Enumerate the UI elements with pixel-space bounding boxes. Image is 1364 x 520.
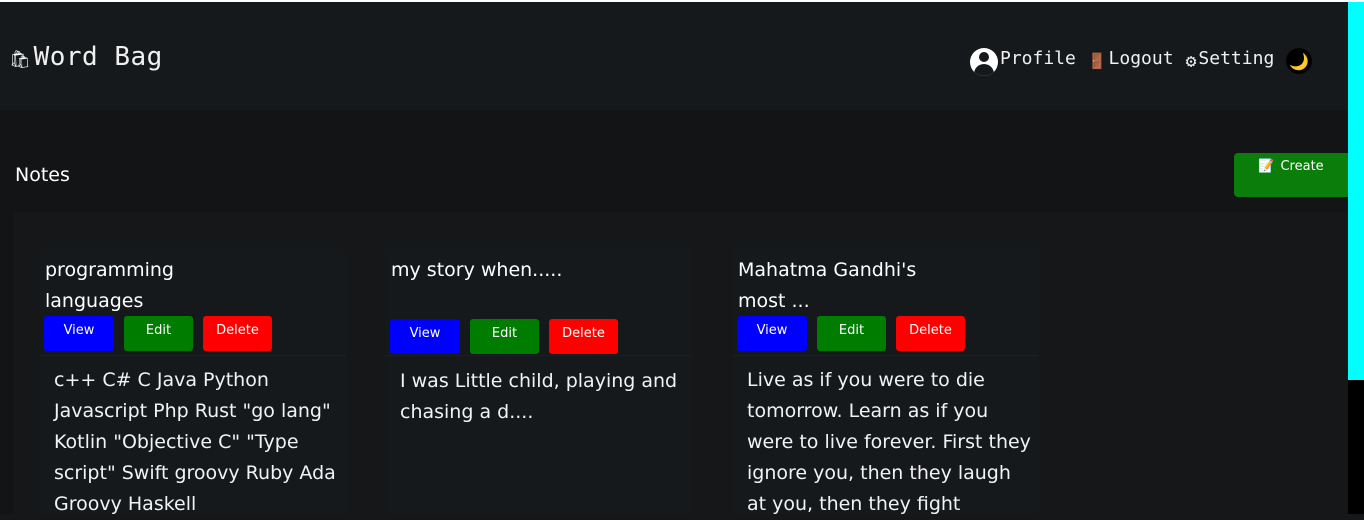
user-avatar-icon xyxy=(970,48,998,76)
edit-button[interactable]: Edit xyxy=(124,316,193,351)
view-button[interactable]: View xyxy=(44,316,114,351)
create-note-label: Create xyxy=(1280,159,1324,174)
view-button[interactable]: View xyxy=(390,319,460,354)
note-card: programming languages View Edit Delete c… xyxy=(40,249,346,515)
memo-icon: 📝 xyxy=(1258,159,1275,174)
notes-heading: Notes xyxy=(15,164,70,186)
scrollbar-thumb[interactable] xyxy=(1348,2,1364,380)
note-title-line: programming xyxy=(45,259,174,281)
note-card: Mahatma Gandhi's most ... View Edit Dele… xyxy=(733,249,1039,515)
note-title-line: languages xyxy=(45,290,144,312)
note-title: Mahatma Gandhi's most ... xyxy=(738,255,928,317)
note-body: I was Little child, playing and chasing … xyxy=(400,370,678,423)
delete-button[interactable]: Delete xyxy=(549,319,618,354)
door-icon: 🚪 xyxy=(1087,52,1107,70)
note-body: c++ C# C Java Python Javascript Php Rust… xyxy=(54,369,336,515)
crescent-moon-icon: 🌙 xyxy=(1289,51,1310,71)
note-card: my story when..... View Edit Delete I wa… xyxy=(386,249,692,514)
note-title-line: most ... xyxy=(738,290,810,312)
view-button[interactable]: View xyxy=(737,316,807,351)
note-title: my story when..... xyxy=(391,255,581,286)
nav-logout-link[interactable]: 🚪 Logout xyxy=(1087,47,1174,71)
delete-button[interactable]: Delete xyxy=(203,316,272,351)
edit-button[interactable]: Edit xyxy=(470,319,539,354)
note-body: Live as if you were to die tomorrow. Lea… xyxy=(747,369,1031,515)
edit-button[interactable]: Edit xyxy=(817,316,886,351)
gear-icon: ⚙ xyxy=(1185,50,1197,72)
brand[interactable]: 🛍 Word Bag xyxy=(9,42,163,72)
note-title-line: my story when..... xyxy=(391,259,563,281)
navbar: 🛍 Word Bag Profile 🚪 Logout ⚙ Setting 🌙 xyxy=(0,2,1348,110)
nav-profile-link[interactable]: Profile xyxy=(970,44,1076,76)
nav-setting-link[interactable]: ⚙ Setting xyxy=(1185,47,1275,72)
note-title: programming languages xyxy=(45,255,235,317)
note-actions: View Edit Delete xyxy=(737,316,975,351)
note-card-header: my story when..... View Edit Delete xyxy=(386,249,692,356)
nav-setting-label: Setting xyxy=(1198,47,1275,69)
note-title-line: Mahatma Gandhi's xyxy=(738,259,917,281)
theme-toggle-button[interactable]: 🌙 xyxy=(1286,48,1313,74)
nav-logout-label: Logout xyxy=(1108,47,1174,69)
brand-title: Word Bag xyxy=(33,42,163,72)
note-actions: View Edit Delete xyxy=(44,316,282,351)
nav-profile-label: Profile xyxy=(1000,47,1076,69)
nav-links: Profile 🚪 Logout ⚙ Setting 🌙 xyxy=(970,42,1313,76)
delete-button[interactable]: Delete xyxy=(896,316,965,351)
note-card-header: programming languages View Edit Delete xyxy=(40,249,346,356)
create-note-button[interactable]: 📝 Create xyxy=(1234,153,1348,197)
shopping-bags-icon: 🛍 xyxy=(9,50,31,70)
note-actions: View Edit Delete xyxy=(390,319,628,354)
note-card-header: Mahatma Gandhi's most ... View Edit Dele… xyxy=(733,249,1039,356)
